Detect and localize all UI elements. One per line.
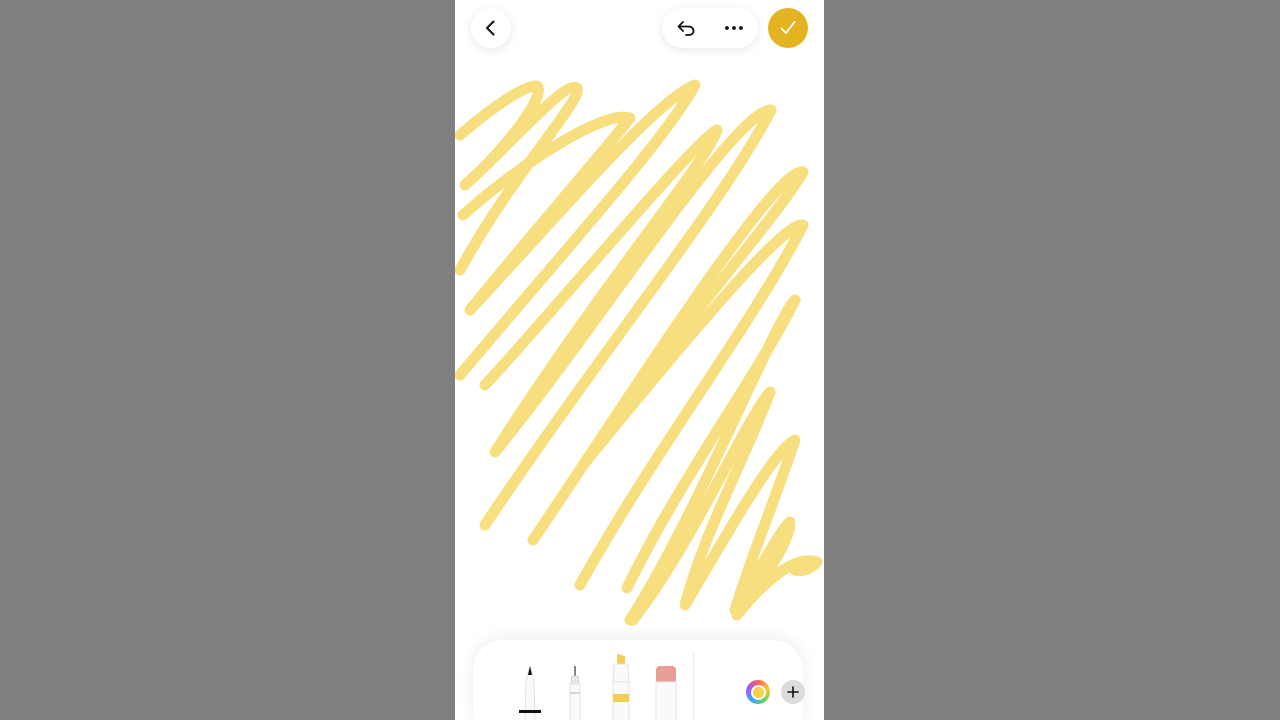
current-color-swatch (752, 686, 764, 698)
undo-icon (677, 21, 695, 36)
chevron-left-icon (486, 20, 495, 36)
checkmark-icon (780, 21, 796, 34)
top-actions (662, 8, 758, 48)
drawing-screen: (function(){ const d = JSON.parse(docume… (455, 0, 824, 720)
eraser-tool[interactable] (653, 664, 679, 720)
undo-button[interactable] (666, 8, 706, 48)
more-horizontal-icon (725, 26, 743, 30)
drawing-canvas[interactable]: (function(){ const d = JSON.parse(docume… (455, 0, 824, 720)
plus-icon (787, 686, 799, 698)
highlighter-tool[interactable] (603, 652, 637, 720)
color-picker-button[interactable] (746, 680, 770, 704)
fineliner-tool[interactable] (563, 662, 587, 720)
ink-stroke (455, 80, 583, 276)
tool-palette (473, 640, 805, 720)
color-ring (750, 684, 766, 700)
more-button[interactable] (714, 8, 754, 48)
toolbar-divider (693, 652, 694, 720)
back-button[interactable] (471, 8, 511, 48)
pen-tool[interactable] (517, 662, 543, 720)
add-tool-button[interactable] (781, 680, 805, 704)
done-button[interactable] (768, 8, 808, 48)
